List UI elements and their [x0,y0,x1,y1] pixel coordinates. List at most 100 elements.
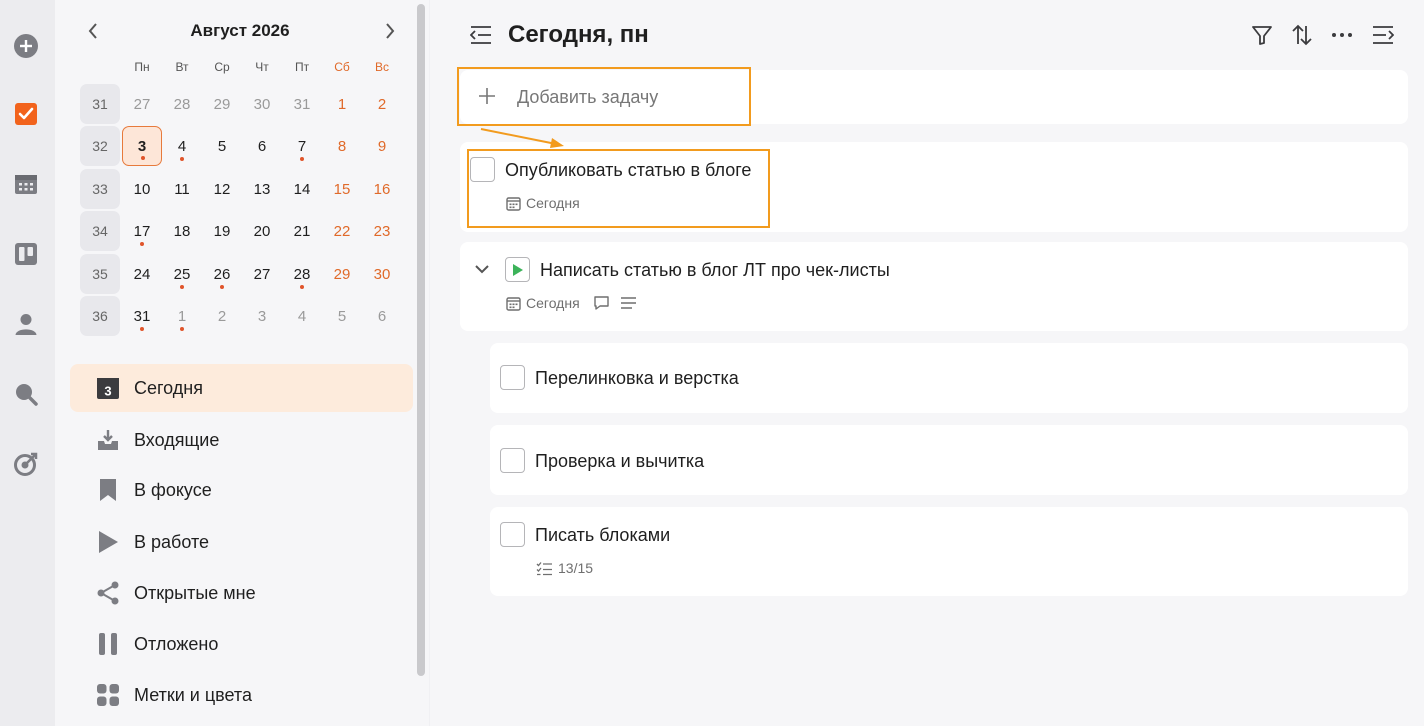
nav-item-today[interactable]: 3 Сегодня [70,364,413,412]
task-indicator-dot [300,157,304,161]
calendar-day[interactable]: 27 [242,254,282,294]
task-title[interactable]: Написать статью в блог ЛТ про чек-листы [540,260,890,281]
calendar-day[interactable]: 29 [202,84,242,124]
calendar-day[interactable]: 9 [362,126,402,166]
subtask-card [490,507,1408,596]
more-icon[interactable] [1329,22,1355,48]
chevron-right-icon[interactable] [377,18,403,44]
calendar-day[interactable]: 31 [122,296,162,336]
sidebar-scrollbar[interactable] [417,4,425,676]
task-checkbox[interactable] [470,157,495,182]
task-title[interactable]: Проверка и вычитка [535,451,704,472]
calendar-day-today[interactable]: 3 [122,126,162,166]
calendar-day[interactable]: 4 [162,126,202,166]
sort-icon[interactable] [1289,22,1315,48]
calendar-day[interactable]: 1 [162,296,202,336]
nav-item-focus[interactable]: В фокусе [70,466,413,514]
add-task-placeholder: Добавить задачу [517,87,659,107]
calendar-day[interactable]: 29 [322,254,362,294]
calendar-day-number: 4 [177,137,187,155]
nav-item-label: Отложено [134,633,219,654]
calendar-day[interactable]: 13 [242,169,282,209]
calendar-day[interactable]: 10 [122,169,162,209]
calendar-day[interactable]: 26 [202,254,242,294]
in-progress-icon[interactable] [505,257,530,282]
calendar-day[interactable]: 2 [202,296,242,336]
calendar-day[interactable]: 27 [122,84,162,124]
calendar-day[interactable]: 5 [322,296,362,336]
add-task-bar[interactable]: Добавить задачу [460,70,1408,124]
task-card [460,242,1408,331]
calendar-day[interactable]: 28 [162,84,202,124]
nav-item-in-progress[interactable]: В работе [70,518,413,566]
calendar-day[interactable]: 2 [362,84,402,124]
calendar-small-icon [506,196,521,211]
calendar-day[interactable]: 1 [322,84,362,124]
calendar-day[interactable]: 30 [242,84,282,124]
collapse-sidebar-icon[interactable] [468,22,494,48]
calendar-day[interactable]: 24 [122,254,162,294]
calendar-month-title: Август 2026 [190,21,290,40]
weekday-label: Сб [334,60,350,74]
week-number: 35 [80,254,120,294]
calendar-day[interactable]: 11 [162,169,202,209]
task-title[interactable]: Опубликовать статью в блоге [505,160,751,181]
goals-icon[interactable] [12,450,40,478]
calendar-day-number: 9 [377,137,387,155]
calendar-day[interactable]: 8 [322,126,362,166]
calendar-day[interactable]: 3 [242,296,282,336]
calendar-day[interactable]: 5 [202,126,242,166]
board-icon[interactable] [12,240,40,268]
user-icon[interactable] [12,310,40,338]
calendar-day-number: 26 [213,265,231,283]
calendar-day[interactable]: 17 [122,211,162,251]
nav-item-postponed[interactable]: Отложено [70,620,413,668]
calendar-day[interactable]: 16 [362,169,402,209]
calendar-day[interactable]: 15 [322,169,362,209]
nav-item-tags[interactable]: Метки и цвета [70,671,413,719]
task-checkbox[interactable] [500,448,525,473]
calendar-day[interactable]: 19 [202,211,242,251]
task-title[interactable]: Перелинковка и верстка [535,368,739,389]
calendar-day[interactable]: 25 [162,254,202,294]
calendar-day-number: 28 [293,265,311,283]
calendar-day[interactable]: 31 [282,84,322,124]
task-date: Сегодня [506,195,580,211]
search-icon[interactable] [12,380,40,408]
task-indicator-dot [220,285,224,289]
nav-item-shared[interactable]: Открытые мне [70,569,413,617]
calendar-day[interactable]: 30 [362,254,402,294]
calendar-day[interactable]: 21 [282,211,322,251]
calendar-day[interactable]: 6 [362,296,402,336]
details-panel-icon[interactable] [1370,22,1396,48]
play-icon [96,530,120,554]
tasks-icon[interactable] [12,100,40,128]
calendar-day[interactable]: 22 [322,211,362,251]
chevron-down-icon[interactable] [474,262,490,280]
calendar-day[interactable]: 7 [282,126,322,166]
calendar-day-number: 6 [257,137,267,155]
task-indicator-dot [140,242,144,246]
calendar-day[interactable]: 12 [202,169,242,209]
calendar-day-number: 30 [253,95,271,113]
calendar-day-number: 2 [377,95,387,113]
calendar-day[interactable]: 18 [162,211,202,251]
nav-item-inbox[interactable]: Входящие [70,416,413,464]
calendar-day[interactable]: 6 [242,126,282,166]
calendar-day[interactable]: 20 [242,211,282,251]
calendar-icon[interactable] [12,170,40,198]
calendar-day[interactable]: 28 [282,254,322,294]
task-checkbox[interactable] [500,365,525,390]
app-rail [0,0,55,726]
calendar-day[interactable]: 14 [282,169,322,209]
filter-icon[interactable] [1249,22,1275,48]
share-icon [96,581,120,605]
week-number: 31 [80,84,120,124]
calendar-day[interactable]: 23 [362,211,402,251]
weekday-label: Вс [374,60,389,74]
add-icon[interactable] [12,32,40,60]
task-checkbox[interactable] [500,522,525,547]
calendar-day-number: 11 [174,180,190,198]
calendar-day[interactable]: 4 [282,296,322,336]
task-title[interactable]: Писать блоками [535,525,670,546]
